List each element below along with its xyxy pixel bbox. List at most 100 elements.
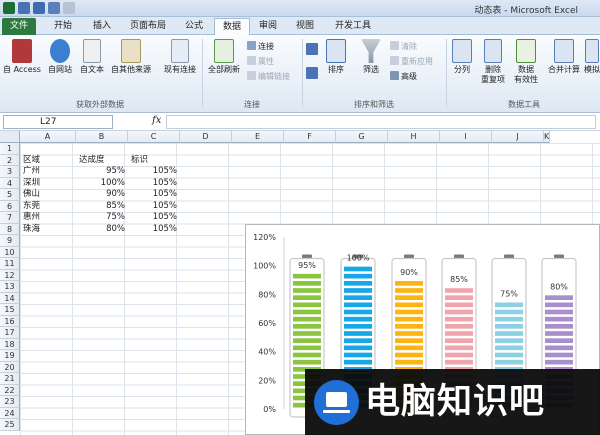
formula-input[interactable] <box>166 115 596 129</box>
tab-developer[interactable]: 开发工具 <box>330 18 376 35</box>
what-if-button[interactable]: 模拟 <box>584 39 600 75</box>
from-text-button[interactable]: 自文本 <box>78 39 106 75</box>
row-header-7[interactable]: 7 <box>0 212 20 224</box>
row-header-22[interactable]: 22 <box>0 384 20 396</box>
row-header-13[interactable]: 13 <box>0 281 20 293</box>
battery-segment <box>495 352 523 358</box>
fx-icon[interactable]: fx <box>152 115 161 126</box>
row-header-6[interactable]: 6 <box>0 200 20 212</box>
row-header-11[interactable]: 11 <box>0 258 20 270</box>
column-header-d[interactable]: D <box>180 131 232 143</box>
tab-review[interactable]: 审阅 <box>252 18 284 35</box>
row-header-3[interactable]: 3 <box>0 166 20 178</box>
row-header-23[interactable]: 23 <box>0 396 20 408</box>
row-header-1[interactable]: 1 <box>0 143 20 155</box>
table-cell-achievement: 75% <box>106 212 125 222</box>
group-label-get-external-data: 获取外部数据 <box>76 100 124 109</box>
tab-file[interactable]: 文件 <box>2 18 36 35</box>
battery-segment <box>445 324 473 329</box>
table-cell-region: 佛山 <box>23 189 41 199</box>
row-header-16[interactable]: 16 <box>0 315 20 327</box>
group-label-sort-filter: 排序和筛选 <box>354 100 394 109</box>
tab-home[interactable]: 开始 <box>45 18 81 35</box>
battery-segment <box>344 266 372 272</box>
edit-links-button[interactable]: 编辑链接 <box>247 71 290 82</box>
battery-segment <box>545 345 573 351</box>
undo-icon[interactable] <box>48 2 60 14</box>
row-header-14[interactable]: 14 <box>0 292 20 304</box>
battery-segment <box>293 331 321 336</box>
column-header-k[interactable]: K <box>544 131 551 143</box>
remove-duplicates-icon <box>484 39 502 63</box>
row-header-8[interactable]: 8 <box>0 223 20 235</box>
row-header-10[interactable]: 10 <box>0 246 20 258</box>
sort-descending-button[interactable] <box>306 67 320 81</box>
group-label-data-tools: 数据工具 <box>508 100 540 109</box>
tab-view[interactable]: 视图 <box>288 18 322 35</box>
table-cell-achievement: 80% <box>106 223 125 234</box>
tab-data[interactable]: 数据 <box>214 18 250 35</box>
column-header-a[interactable]: A <box>20 131 76 143</box>
table-cell-region: 广州 <box>23 166 41 176</box>
row-header-18[interactable]: 18 <box>0 338 20 350</box>
existing-connections-button[interactable]: 现有连接 <box>160 39 200 75</box>
other-sources-icon <box>121 39 141 63</box>
row-header-9[interactable]: 9 <box>0 235 20 247</box>
from-access-button[interactable]: 自 Access <box>2 39 42 75</box>
column-header-b[interactable]: B <box>76 131 128 143</box>
column-header-f[interactable]: F <box>284 131 336 143</box>
row-header-5[interactable]: 5 <box>0 189 20 201</box>
reapply-label: 重新应用 <box>401 57 433 66</box>
row-header-17[interactable]: 17 <box>0 327 20 339</box>
column-header-c[interactable]: C <box>128 131 180 143</box>
reapply-button[interactable]: 重新应用 <box>390 56 433 67</box>
filter-button[interactable]: 筛选 <box>357 39 385 75</box>
row-header-19[interactable]: 19 <box>0 350 20 362</box>
battery-segment <box>545 324 573 329</box>
select-all-corner[interactable] <box>0 131 20 143</box>
column-header-j[interactable]: J <box>492 131 544 143</box>
tab-insert[interactable]: 插入 <box>84 18 120 35</box>
table-cell-region: 深圳 <box>23 177 41 188</box>
battery-segment <box>545 338 573 343</box>
tab-formulas[interactable]: 公式 <box>176 18 212 35</box>
from-web-button[interactable]: 自网站 <box>44 39 76 75</box>
column-header-i[interactable]: I <box>440 131 492 143</box>
column-header-h[interactable]: H <box>388 131 440 143</box>
remove-duplicates-label-2: 重复项 <box>481 75 505 84</box>
data-validation-label-2: 有效性 <box>514 75 538 84</box>
consolidate-button[interactable]: 合并计算 <box>545 39 583 75</box>
ribbon-data: 自 Access 自网站 自文本 自其他来源 现有连接 获取外部数据 全部刷新 … <box>0 35 600 113</box>
row-header-25[interactable]: 25 <box>0 419 20 431</box>
sort-button[interactable]: 排序 <box>323 39 349 75</box>
battery-segment <box>545 352 573 358</box>
redo-icon[interactable] <box>63 2 75 14</box>
row-header-12[interactable]: 12 <box>0 269 20 281</box>
row-header-20[interactable]: 20 <box>0 361 20 373</box>
row-header-24[interactable]: 24 <box>0 407 20 419</box>
remove-duplicates-button[interactable]: 删除 重复项 <box>478 39 508 85</box>
row-header-4[interactable]: 4 <box>0 177 20 189</box>
row-header-21[interactable]: 21 <box>0 373 20 385</box>
save-icon[interactable] <box>33 2 45 14</box>
app-icon[interactable] <box>18 2 30 14</box>
refresh-all-button[interactable]: 全部刷新 <box>204 39 244 75</box>
name-box[interactable]: L27 <box>3 115 113 129</box>
access-icon <box>12 39 32 63</box>
column-header-e[interactable]: E <box>232 131 284 143</box>
sort-ascending-button[interactable] <box>306 43 320 57</box>
tab-page-layout[interactable]: 页面布局 <box>122 18 174 35</box>
connections-button[interactable]: 连接 <box>247 41 274 52</box>
consolidate-icon <box>554 39 574 63</box>
column-header-g[interactable]: G <box>336 131 388 143</box>
row-header-15[interactable]: 15 <box>0 304 20 316</box>
data-validation-button[interactable]: 数据 有效性 <box>511 39 541 85</box>
row-header-2[interactable]: 2 <box>0 154 20 166</box>
clear-filter-button[interactable]: 清除 <box>390 41 417 52</box>
battery-segment <box>344 345 372 351</box>
properties-button[interactable]: 属性 <box>247 56 274 67</box>
from-other-sources-button[interactable]: 自其他来源 <box>108 39 154 75</box>
battery-segment <box>344 281 372 286</box>
advanced-filter-button[interactable]: 高级 <box>390 71 417 82</box>
text-to-columns-button[interactable]: 分列 <box>449 39 475 75</box>
